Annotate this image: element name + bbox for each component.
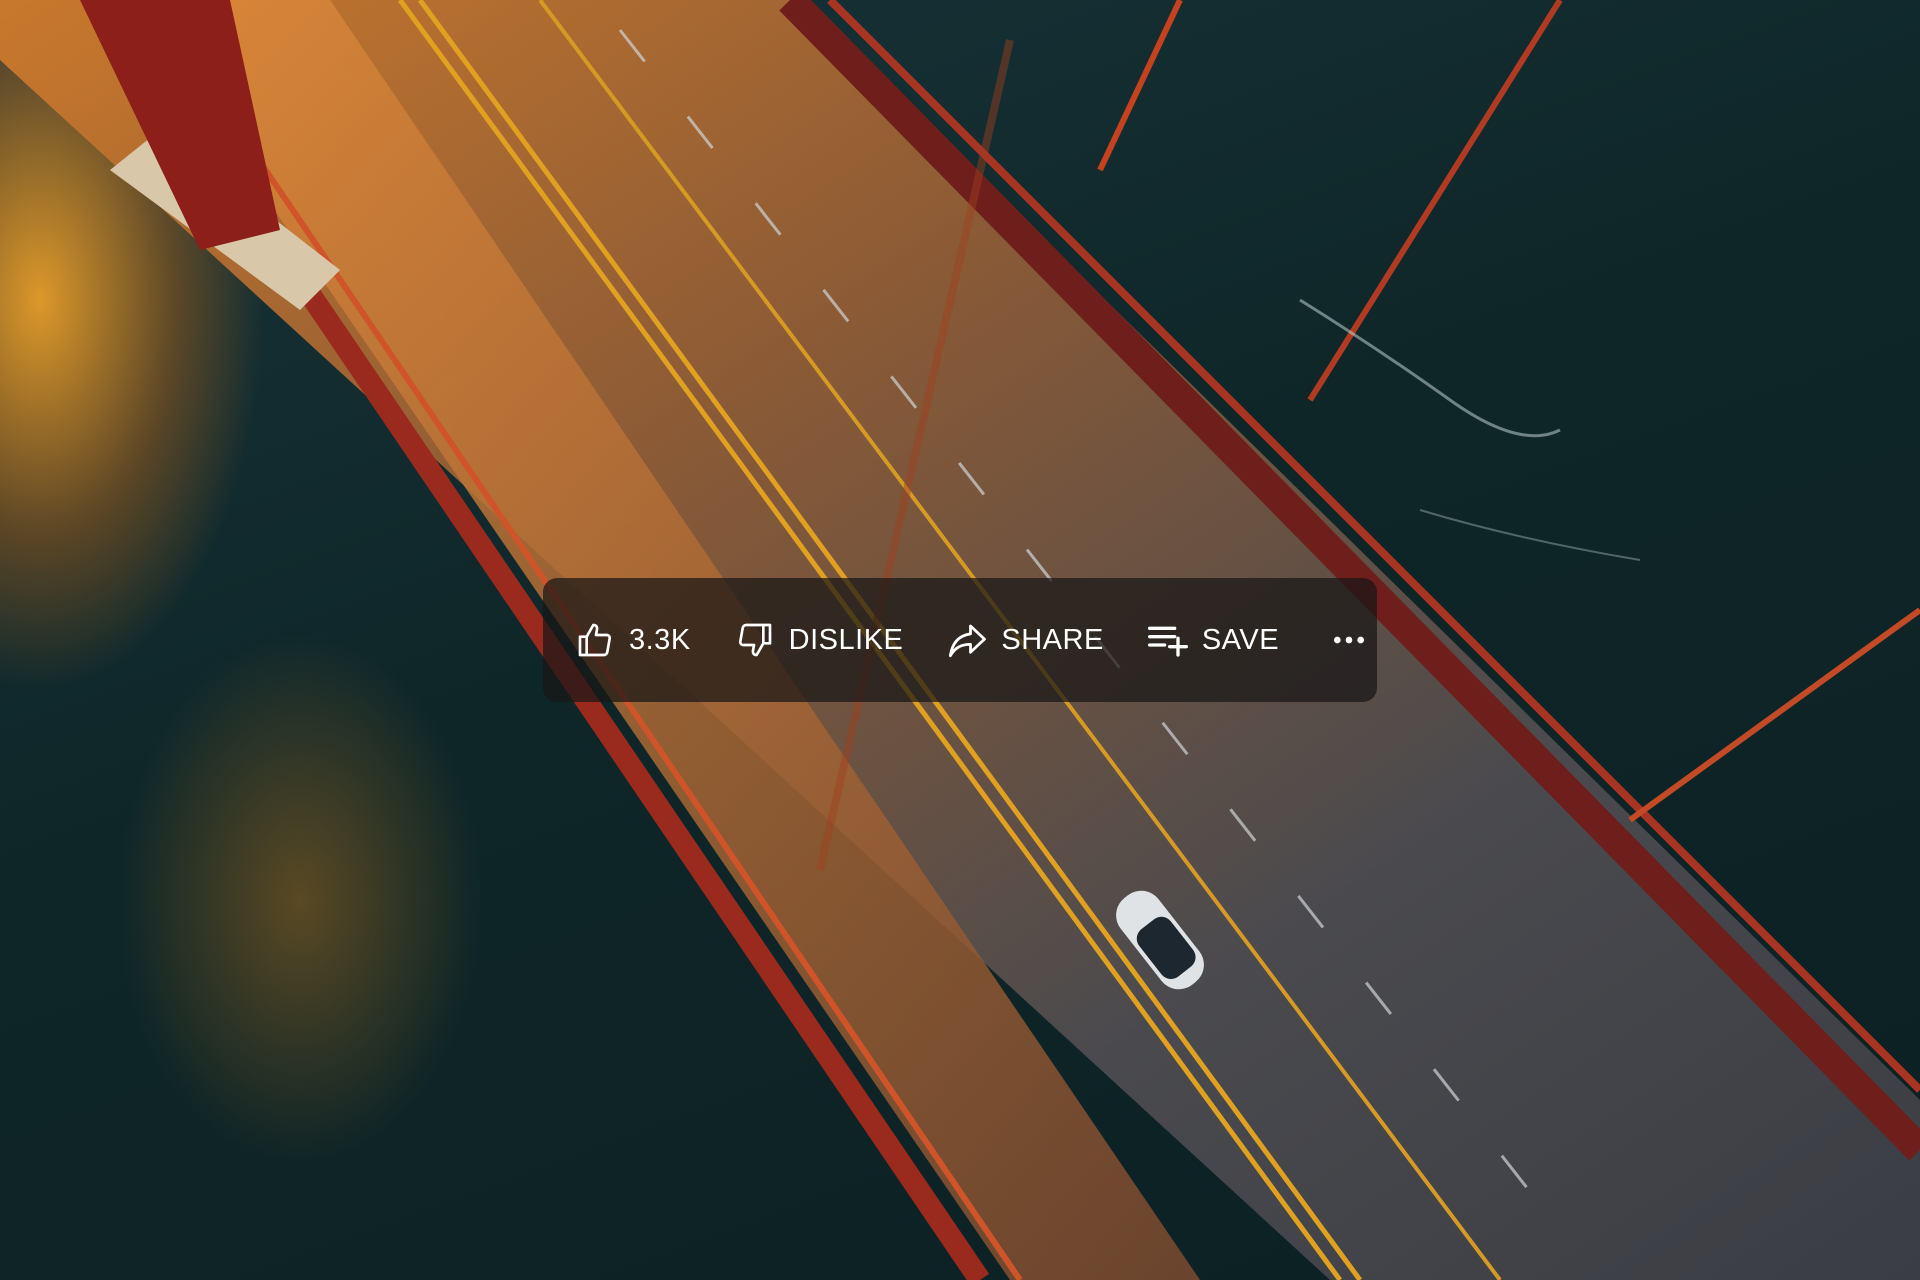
more-actions-button[interactable] bbox=[1327, 610, 1371, 670]
cable-2 bbox=[1307, 0, 1563, 402]
share-button[interactable]: SHARE bbox=[945, 610, 1103, 670]
share-arrow-icon bbox=[945, 618, 989, 662]
more-horizontal-icon bbox=[1327, 618, 1371, 662]
thumbs-up-icon bbox=[573, 618, 617, 662]
save-button[interactable]: SAVE bbox=[1146, 610, 1279, 670]
dislike-label: DISLIKE bbox=[788, 623, 904, 656]
water-ripple-2 bbox=[1419, 509, 1641, 561]
dislike-button[interactable]: DISLIKE bbox=[733, 610, 904, 670]
thumbs-down-icon bbox=[733, 618, 777, 662]
cable-3 bbox=[1628, 607, 1920, 823]
water-ripple-1 bbox=[1299, 298, 1561, 438]
like-button[interactable]: 3.3K bbox=[573, 610, 691, 670]
cable-1 bbox=[1097, 0, 1183, 172]
video-action-bar: 3.3K DISLIKE SHARE SAVE bbox=[543, 578, 1377, 702]
save-label: SAVE bbox=[1201, 623, 1280, 656]
like-count: 3.3K bbox=[629, 623, 691, 656]
playlist-add-icon bbox=[1146, 618, 1190, 662]
share-label: SHARE bbox=[1001, 623, 1104, 656]
